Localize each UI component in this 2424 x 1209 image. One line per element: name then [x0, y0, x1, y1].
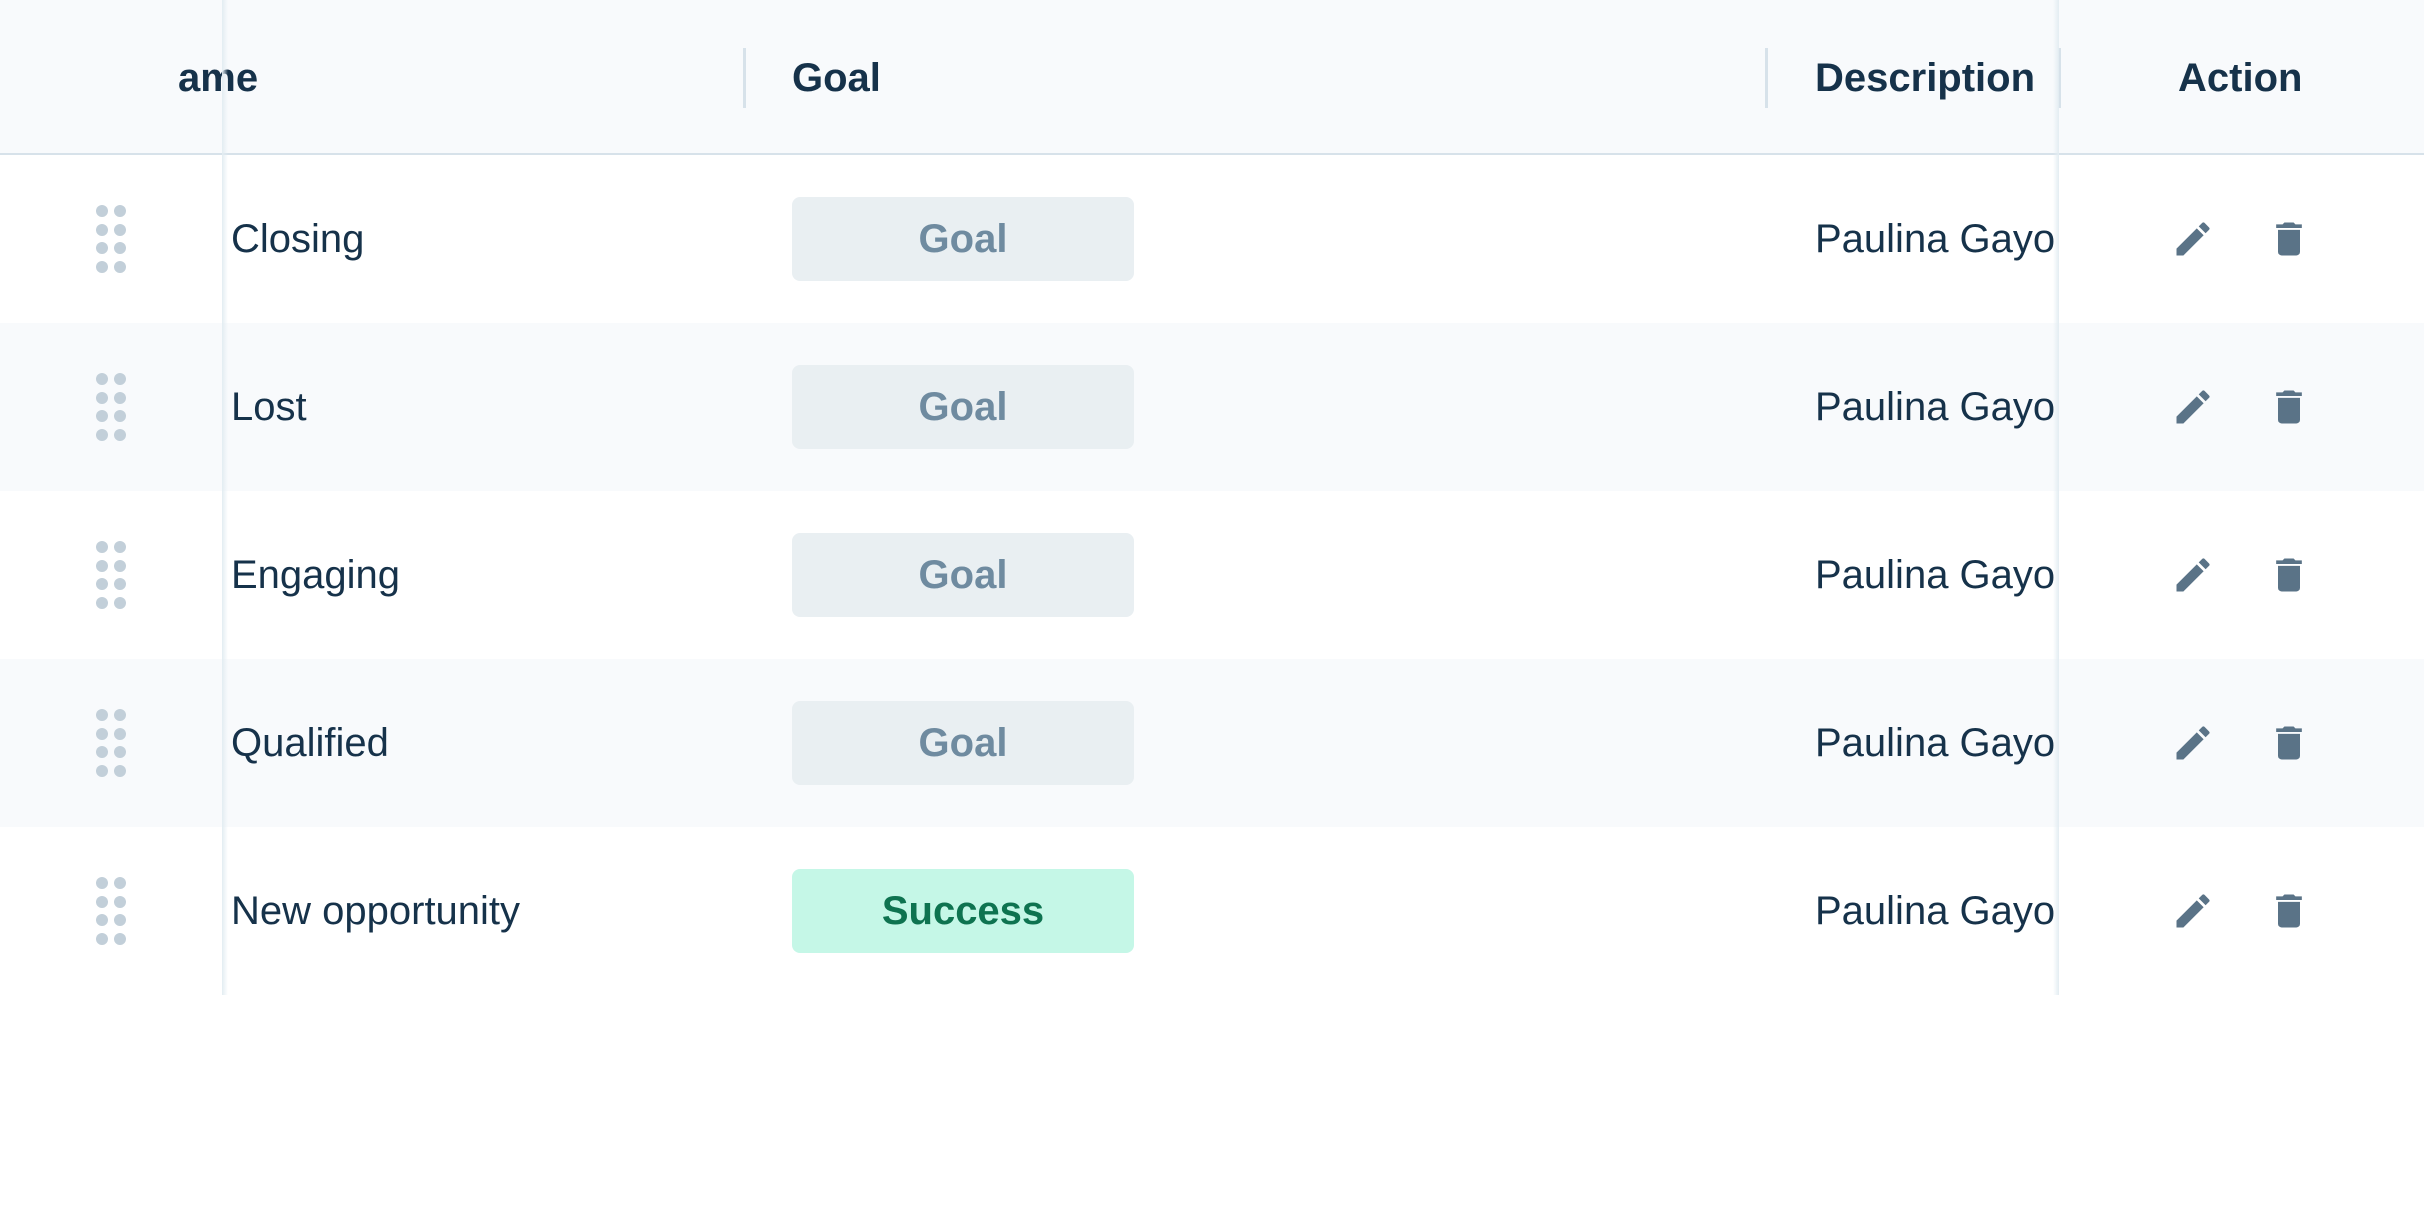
goal-badge: Goal [792, 365, 1134, 449]
trash-icon[interactable] [2267, 217, 2311, 261]
column-resize-handle[interactable] [1765, 48, 1768, 108]
drag-handle-icon[interactable] [96, 541, 126, 609]
goal-badge: Goal [792, 533, 1134, 617]
table-row: New opportunity Success Paulina Gayoso [0, 827, 2424, 995]
column-header-description[interactable]: Description [1815, 50, 2035, 106]
column-header-name[interactable]: ame [178, 50, 258, 106]
trash-icon[interactable] [2267, 721, 2311, 765]
stage-name: Engaging [231, 553, 401, 597]
pencil-icon[interactable] [2171, 385, 2215, 429]
goal-badge: Goal [792, 701, 1134, 785]
stage-name: Lost [231, 385, 307, 429]
goal-badge: Success [792, 869, 1134, 953]
sticky-column-shadow-right [2053, 0, 2059, 995]
sticky-column-shadow-left [222, 0, 228, 995]
stage-name: Qualified [231, 721, 389, 765]
table-header: ame Goal Description Action [0, 0, 2424, 155]
stages-table: ame Goal Description Action Closing Goal… [0, 0, 2424, 995]
pencil-icon[interactable] [2171, 553, 2215, 597]
trash-icon[interactable] [2267, 889, 2311, 933]
pencil-icon[interactable] [2171, 889, 2215, 933]
table-row: Closing Goal Paulina Gayoso [0, 155, 2424, 323]
trash-icon[interactable] [2267, 553, 2311, 597]
drag-handle-icon[interactable] [96, 205, 126, 273]
column-header-action: Action [2178, 56, 2303, 100]
stage-name: New opportunity [231, 889, 521, 933]
trash-icon[interactable] [2267, 385, 2311, 429]
description-cell: Paulina Gayoso [1815, 217, 2055, 261]
table-row: Lost Goal Paulina Gayoso [0, 323, 2424, 491]
pencil-icon[interactable] [2171, 721, 2215, 765]
column-header-goal[interactable]: Goal [792, 50, 881, 106]
column-resize-handle[interactable] [743, 48, 746, 108]
drag-handle-icon[interactable] [96, 877, 126, 945]
table-row: Qualified Goal Paulina Gayoso [0, 659, 2424, 827]
pencil-icon[interactable] [2171, 217, 2215, 261]
table-row: Engaging Goal Paulina Gayoso [0, 491, 2424, 659]
goal-badge: Goal [792, 197, 1134, 281]
stage-name: Closing [231, 217, 365, 261]
description-cell: Paulina Gayoso [1815, 553, 2055, 597]
description-cell: Paulina Gayoso [1815, 889, 2055, 933]
drag-handle-icon[interactable] [96, 709, 126, 777]
description-cell: Paulina Gayoso [1815, 385, 2055, 429]
description-cell: Paulina Gayoso [1815, 721, 2055, 765]
drag-handle-icon[interactable] [96, 373, 126, 441]
